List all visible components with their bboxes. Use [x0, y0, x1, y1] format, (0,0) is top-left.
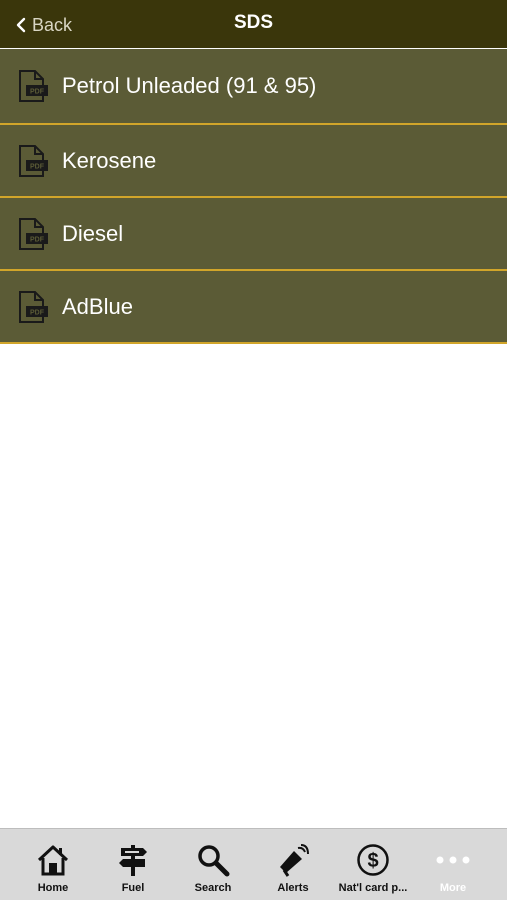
- tab-label: Fuel: [121, 882, 145, 894]
- svg-text:PDF: PDF: [30, 236, 45, 243]
- search-icon: [196, 843, 230, 877]
- tab-label: Home: [37, 882, 69, 894]
- tab-label: Nat'l card p...: [338, 882, 408, 894]
- tab-bar: Home Fuel Search Alerts $ Nat'l card p..…: [0, 828, 507, 900]
- list-item-adblue[interactable]: PDF AdBlue: [0, 271, 507, 344]
- pdf-icon: PDF: [14, 143, 50, 179]
- dollar-icon: $: [356, 843, 390, 877]
- home-icon: [36, 843, 70, 877]
- tab-fuel[interactable]: Fuel: [93, 829, 173, 900]
- sds-document-list: PDF Petrol Unleaded (91 & 95) PDF Kerose…: [0, 49, 507, 344]
- list-item-petrol[interactable]: PDF Petrol Unleaded (91 & 95): [0, 49, 507, 125]
- more-dots-icon: [436, 843, 470, 877]
- tab-search[interactable]: Search: [173, 829, 253, 900]
- list-item-kerosene[interactable]: PDF Kerosene: [0, 125, 507, 198]
- sds-screen: Back SDS PDF Petrol Unleaded (91 & 95) P…: [0, 0, 507, 900]
- pdf-icon: PDF: [14, 68, 50, 104]
- pdf-icon: PDF: [14, 216, 50, 252]
- signpost-icon: [116, 843, 150, 877]
- tab-more[interactable]: More: [413, 829, 493, 900]
- list-item-label: Petrol Unleaded (91 & 95): [62, 73, 317, 98]
- svg-text:PDF: PDF: [30, 163, 45, 170]
- megaphone-icon: [276, 843, 310, 877]
- svg-text:PDF: PDF: [30, 89, 45, 96]
- navigation-bar: Back SDS: [0, 0, 507, 48]
- list-item-label: Kerosene: [62, 147, 157, 173]
- tab-label: More: [439, 882, 467, 894]
- svg-text:$: $: [367, 850, 378, 872]
- tab-home[interactable]: Home: [13, 829, 93, 900]
- list-item-label: AdBlue: [62, 293, 133, 319]
- tab-alerts[interactable]: Alerts: [253, 829, 333, 900]
- list-item-label: Diesel: [62, 220, 124, 246]
- svg-text:PDF: PDF: [30, 309, 45, 316]
- list-item-diesel[interactable]: PDF Diesel: [0, 198, 507, 271]
- tab-national-card[interactable]: $ Nat'l card p...: [333, 829, 413, 900]
- tab-label: Search: [194, 882, 232, 894]
- tab-label: Alerts: [277, 882, 309, 894]
- page-title: SDS: [233, 12, 274, 33]
- pdf-icon: PDF: [14, 289, 50, 325]
